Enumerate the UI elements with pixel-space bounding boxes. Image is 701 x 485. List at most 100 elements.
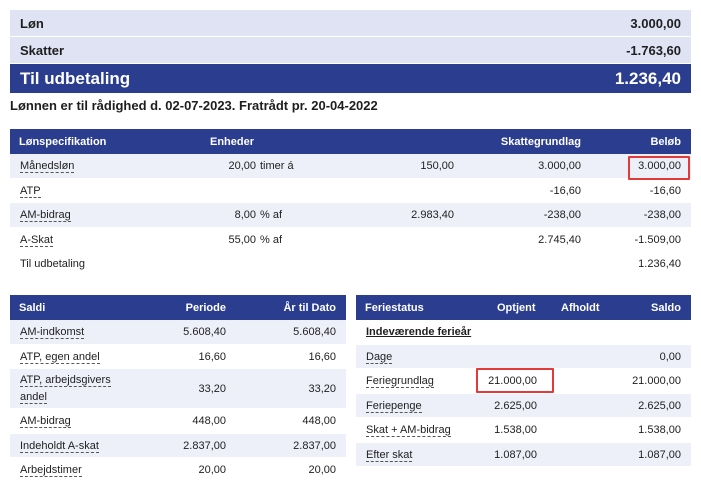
row-name-link[interactable]: Feriepenge — [366, 400, 422, 413]
row-ytd: 5.608,40 — [293, 326, 336, 338]
row-units: 8,00 — [234, 209, 256, 221]
row-balance: 21.000,00 — [632, 375, 681, 387]
summary-label: Skatter — [20, 42, 65, 58]
row-base: 3.000,00 — [538, 160, 581, 172]
row-base: -16,60 — [549, 184, 581, 197]
row-earned: 1.538,00 — [494, 424, 537, 436]
table-header: Lønspecifikation Enheder Skattegrundlag … — [10, 129, 691, 154]
row-period: 448,00 — [192, 415, 226, 427]
table-row: Feriepenge 2.625,00 2.625,00 — [356, 393, 691, 418]
table-row: Arbejdstimer 20,00 20,00 — [10, 458, 346, 483]
header-base: Skattegrundlag — [500, 136, 581, 148]
row-balance: 2.625,00 — [638, 399, 681, 412]
summary-label: Løn — [20, 15, 44, 31]
row-period: 2.837,00 — [183, 439, 226, 452]
table-row: Indeholdt A-skat 2.837,00 2.837,00 — [10, 433, 346, 458]
section-title: Indeværende ferieår — [366, 326, 472, 338]
table-row: A-Skat 55,00 % af 2.745,40 -1.509,00 — [10, 228, 691, 252]
header-held: Afholdt — [561, 302, 600, 314]
table-header: Saldi Periode År til Dato — [10, 295, 346, 320]
row-name-link[interactable]: AM-bidrag — [20, 209, 71, 222]
availability-notice: Lønnen er til rådighed d. 02-07-2023. Fr… — [10, 98, 378, 113]
row-balance: 0,00 — [659, 350, 681, 363]
header-name: Lønspecifikation — [19, 136, 107, 148]
header-units: Enheder — [210, 136, 255, 148]
row-unit-text: % af — [260, 233, 283, 246]
row-rate: 150,00 — [420, 160, 454, 172]
header-earned: Optjent — [497, 302, 536, 314]
summary-total-value: 1.236,40 — [614, 68, 681, 88]
row-amount: -238,00 — [643, 209, 681, 221]
table-header: Feriestatus Optjent Afholdt Saldo — [356, 295, 691, 320]
header-name: Feriestatus — [365, 302, 424, 314]
row-base: 2.745,40 — [538, 233, 581, 246]
row-name-link-line2[interactable]: andel — [20, 391, 47, 404]
header-balance: Saldo — [651, 302, 681, 314]
row-unit-text: % af — [260, 209, 283, 221]
table-row-total: Til udbetaling 1.236,40 — [10, 252, 691, 277]
row-name-link[interactable]: Feriegrundlag — [366, 375, 434, 388]
summary-value: -1.763,60 — [626, 42, 681, 58]
row-name-link[interactable]: Arbejdstimer — [20, 464, 82, 477]
header-name: Saldi — [19, 302, 46, 314]
row-balance: 1.538,00 — [638, 424, 681, 436]
row-rate: 2.983,40 — [411, 209, 454, 221]
balances-table: Saldi Periode År til Dato AM-indkomst 5.… — [10, 295, 346, 483]
table-row: AM-bidrag 8,00 % af 2.983,40 -238,00 -23… — [10, 203, 691, 228]
row-name-link[interactable]: Efter skat — [366, 449, 413, 462]
row-ytd: 448,00 — [302, 415, 336, 427]
table-row: Månedsløn 20,00 timer á 150,00 3.000,00 … — [10, 154, 691, 179]
row-amount: -1.509,00 — [634, 233, 681, 246]
row-units: 20,00 — [228, 160, 256, 172]
summary-row-lon: Løn 3.000,00 — [10, 10, 691, 36]
table-row: Skat + AM-bidrag 1.538,00 1.538,00 — [356, 418, 691, 443]
row-ytd: 20,00 — [308, 464, 336, 476]
row-period: 20,00 — [198, 464, 226, 476]
highlight-box — [628, 156, 690, 180]
row-balance: 1.087,00 — [638, 448, 681, 461]
table-row: ATP -16,60 -16,60 — [10, 179, 691, 203]
row-name-link[interactable]: Månedsløn — [20, 160, 75, 173]
row-period: 33,20 — [198, 383, 226, 395]
row-name-link[interactable]: Dage — [366, 351, 393, 364]
salary-specification-table: Lønspecifikation Enheder Skattegrundlag … — [10, 129, 691, 277]
summary-total-label: Til udbetaling — [20, 68, 131, 88]
row-name-link[interactable]: ATP, egen andel — [20, 351, 100, 364]
row-earned: 2.625,00 — [494, 399, 537, 412]
holiday-status-table: Feriestatus Optjent Afholdt Saldo Indevæ… — [356, 295, 691, 467]
row-name-link[interactable]: Skat + AM-bidrag — [366, 424, 451, 437]
row-name-link[interactable]: A-Skat — [20, 234, 54, 247]
highlight-box — [476, 368, 554, 393]
row-base: -238,00 — [543, 209, 581, 221]
row-earned: 1.087,00 — [494, 448, 537, 461]
row-name-link[interactable]: AM-indkomst — [20, 326, 85, 339]
row-period: 5.608,40 — [183, 326, 226, 338]
row-amount: -16,60 — [649, 184, 681, 197]
table-row: Dage 0,00 — [356, 344, 691, 369]
row-ytd: 16,60 — [308, 350, 336, 363]
summary-value: 3.000,00 — [630, 15, 681, 31]
row-amount: 1.236,40 — [638, 258, 681, 270]
row-ytd: 33,20 — [308, 383, 336, 395]
row-name-link[interactable]: AM-bidrag — [20, 415, 71, 428]
section-row: Indeværende ferieår — [356, 320, 691, 345]
header-period: Periode — [185, 302, 226, 314]
row-name-link[interactable]: ATP — [20, 185, 41, 198]
salary-summary: Løn 3.000,00 Skatter -1.763,60 Til udbet… — [10, 10, 691, 94]
row-unit-text: timer á — [260, 160, 294, 172]
row-name-link[interactable]: Indeholdt A-skat — [20, 440, 99, 453]
summary-row-skatter: Skatter -1.763,60 — [10, 37, 691, 63]
table-row: AM-indkomst 5.608,40 5.608,40 — [10, 320, 346, 345]
table-row: ATP, egen andel 16,60 16,60 — [10, 345, 346, 369]
table-row: ATP, arbejdsgivers andel 33,20 33,20 — [10, 369, 346, 409]
header-amount: Beløb — [650, 136, 681, 148]
row-name: Til udbetaling — [20, 258, 86, 270]
row-units: 55,00 — [228, 233, 256, 246]
table-row: Efter skat 1.087,00 1.087,00 — [356, 442, 691, 467]
header-ytd: År til Dato — [283, 302, 336, 314]
row-ytd: 2.837,00 — [293, 439, 336, 452]
row-name-link[interactable]: ATP, arbejdsgivers — [20, 374, 111, 387]
table-row: AM-bidrag 448,00 448,00 — [10, 409, 346, 434]
summary-row-total: Til udbetaling 1.236,40 — [10, 64, 691, 93]
row-period: 16,60 — [198, 350, 226, 363]
